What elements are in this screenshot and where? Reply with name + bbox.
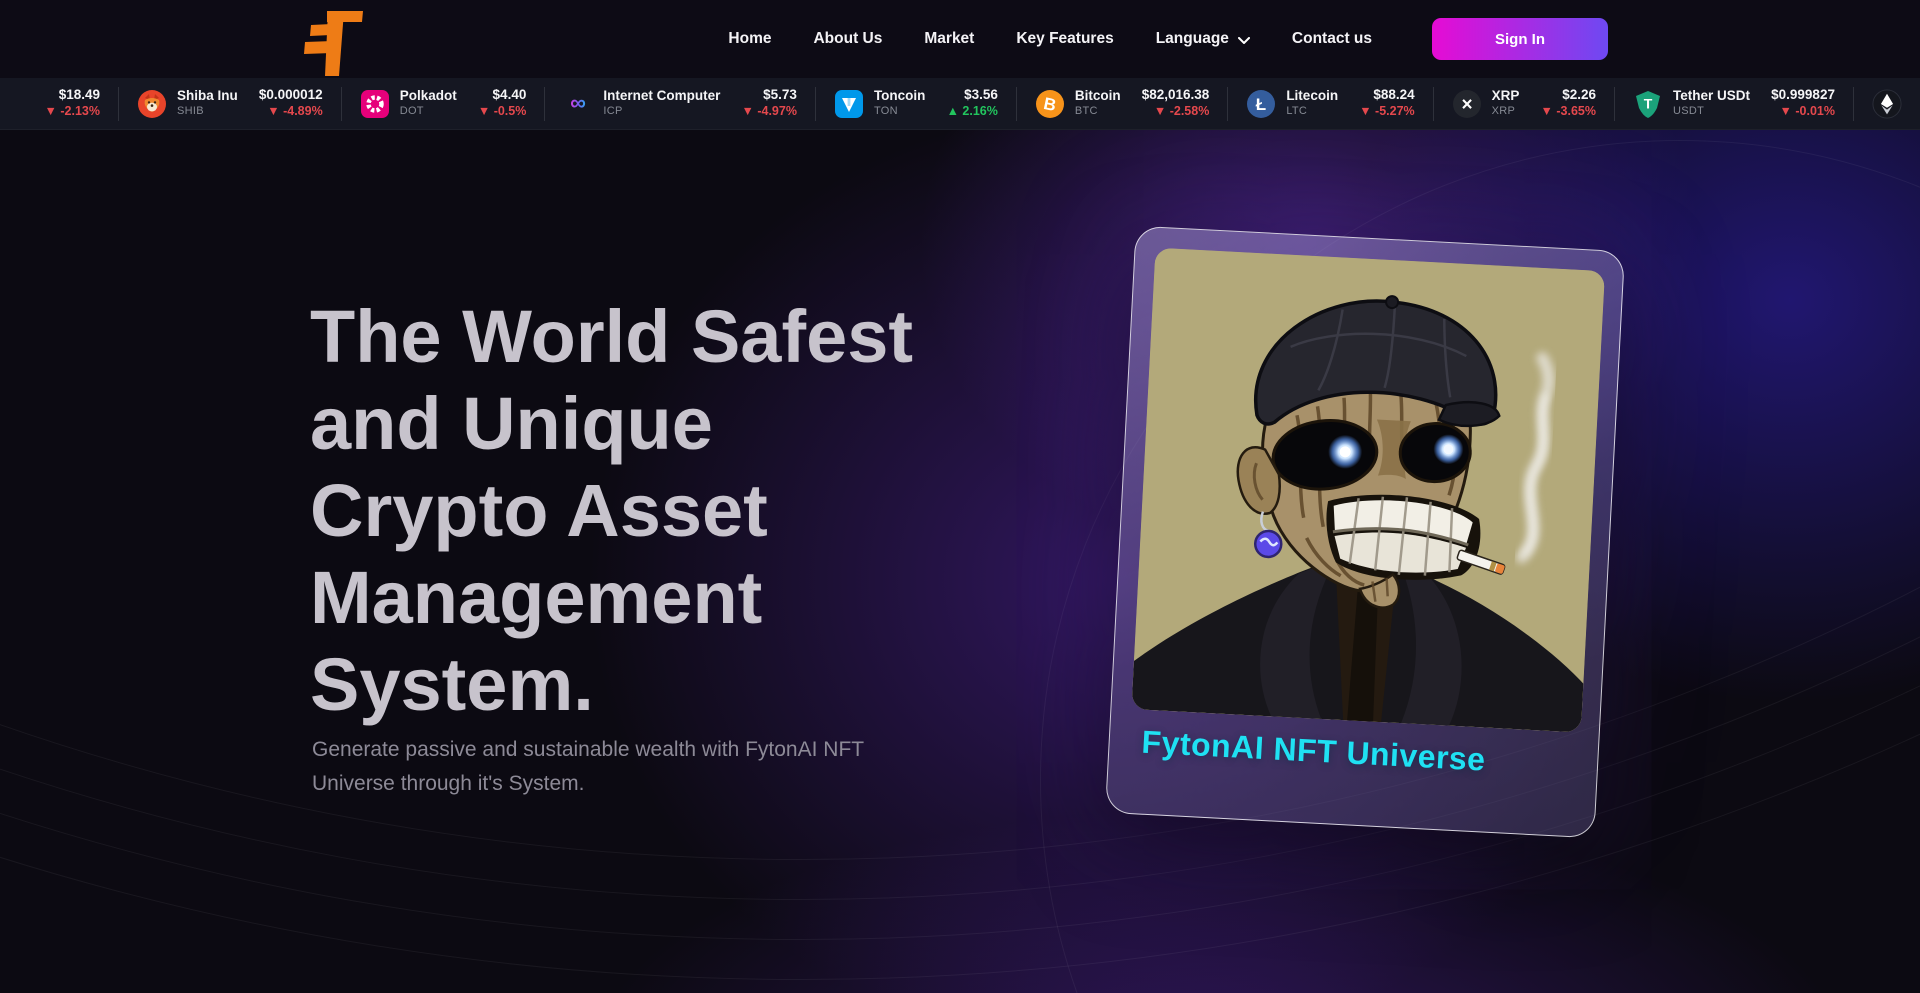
nft-card: FytonAI NFT Universe	[1105, 226, 1625, 839]
ticker-name: Shiba Inu	[177, 88, 238, 105]
nav-item-label: Contact us	[1292, 30, 1372, 48]
ticker-item-ltc[interactable]: Ł Litecoin LTC $88.24 ▼ -5.27%	[1246, 87, 1414, 120]
ticker-divider	[341, 87, 342, 121]
ticker-divider	[1614, 87, 1615, 121]
ticker-symbol: XRP	[1492, 105, 1520, 119]
ticker-divider	[544, 87, 545, 121]
ticker-change: ▼ -4.97%	[741, 104, 796, 120]
ticker-price: $5.73	[763, 87, 797, 104]
ticker-symbol: DOT	[400, 105, 457, 119]
ticker-item-partial[interactable]: $18.49 ▼ -2.13%	[36, 87, 100, 120]
ticker-name: Polkadot	[400, 88, 457, 105]
ticker-item-btc[interactable]: B Bitcoin BTC $82,016.38 ▼ -2.58%	[1035, 87, 1209, 120]
nav-item-label: Market	[924, 30, 974, 48]
nav-item-language[interactable]: Language	[1156, 30, 1250, 48]
page-title: The World Safest and Unique Crypto Asset…	[310, 293, 1090, 728]
ticker-divider	[1016, 87, 1017, 121]
ticker-change: ▼ -5.27%	[1359, 104, 1414, 120]
ticker-name: Litecoin	[1286, 88, 1338, 105]
ticker-name: Internet Computer	[603, 88, 720, 105]
nav-item-about-us[interactable]: About Us	[813, 30, 882, 48]
sign-in-button[interactable]: Sign In	[1432, 18, 1608, 60]
ticker-price: $88.24	[1373, 87, 1414, 104]
ticker-symbol: ICP	[603, 105, 720, 119]
ticker-item-usdt[interactable]: T Tether USDt USDT $0.999827 ▼ -0.01%	[1633, 87, 1835, 120]
ticker-change: ▼ -2.58%	[1154, 104, 1209, 120]
tether-icon: T	[1633, 89, 1663, 119]
ticker-price: $2.26	[1562, 87, 1596, 104]
nav-item-key-features[interactable]: Key Features	[1016, 30, 1113, 48]
ticker-divider	[1433, 87, 1434, 121]
nav-item-label: Language	[1156, 30, 1229, 48]
ticker-price: $0.000012	[259, 87, 323, 104]
ticker-item-eth-partial[interactable]	[1872, 89, 1902, 119]
ethereum-icon	[1872, 89, 1902, 119]
ticker-divider	[815, 87, 816, 121]
shiba-icon	[137, 89, 167, 119]
ticker-change: ▼ -4.89%	[267, 104, 322, 120]
icp-icon: ∞	[563, 89, 593, 119]
ticker-symbol: BTC	[1075, 105, 1121, 119]
ticker-change: ▼ -3.65%	[1541, 104, 1596, 120]
svg-text:×: ×	[1461, 94, 1472, 115]
ticker-change: ▼ -0.5%	[478, 104, 527, 120]
nav-item-label: Home	[728, 30, 771, 48]
ticker-symbol: TON	[874, 105, 926, 119]
nav-menu: Home About Us Market Key Features Langua…	[728, 0, 1608, 78]
svg-text:Ł: Ł	[1256, 95, 1266, 114]
ticker-price: $0.999827	[1771, 87, 1835, 104]
svg-text:T: T	[1644, 95, 1653, 111]
top-nav: Home About Us Market Key Features Langua…	[0, 0, 1920, 78]
ticker-symbol: SHIB	[177, 105, 238, 119]
ticker-item-ton[interactable]: Toncoin TON $3.56 ▲ 2.16%	[834, 87, 998, 120]
hero-subtitle: Generate passive and sustainable wealth …	[312, 733, 872, 801]
nft-card-title: FytonAI NFT Universe	[1141, 724, 1487, 779]
ticker-item-icp[interactable]: ∞ Internet Computer ICP $5.73 ▼ -4.97%	[563, 87, 797, 120]
nav-item-home[interactable]: Home	[728, 30, 771, 48]
nav-item-label: Key Features	[1016, 30, 1113, 48]
litecoin-icon: Ł	[1246, 89, 1276, 119]
ticker-price: $3.56	[964, 87, 998, 104]
nav-item-label: About Us	[813, 30, 882, 48]
ticker-divider	[1853, 87, 1854, 121]
ticker-symbol: LTC	[1286, 105, 1338, 119]
ticker-item-dot[interactable]: Polkadot DOT $4.40 ▼ -0.5%	[360, 87, 527, 120]
ticker-divider	[1227, 87, 1228, 121]
bitcoin-icon: B	[1035, 89, 1065, 119]
ticker-item-xrp[interactable]: × XRP XRP $2.26 ▼ -3.65%	[1452, 87, 1596, 120]
ticker-change: ▲ 2.16%	[947, 104, 998, 120]
crypto-ticker-bar: $18.49 ▼ -2.13% Shiba Inu SHIB $0.000012…	[0, 78, 1920, 130]
xrp-icon: ×	[1452, 89, 1482, 119]
ticker-symbol: USDT	[1673, 105, 1750, 119]
nft-artwork	[1131, 248, 1605, 733]
ticker-name: XRP	[1492, 88, 1520, 105]
brand-logo[interactable]	[303, 8, 365, 76]
ticker-price: $4.40	[493, 87, 527, 104]
svg-text:∞: ∞	[571, 90, 587, 115]
nav-item-contact-us[interactable]: Contact us	[1292, 30, 1372, 48]
ticker-name: Tether USDt	[1673, 88, 1750, 105]
ticker-item-shib[interactable]: Shiba Inu SHIB $0.000012 ▼ -4.89%	[137, 87, 323, 120]
ticker-price: $82,016.38	[1142, 87, 1210, 104]
ticker-price: $18.49	[59, 87, 100, 104]
nav-item-market[interactable]: Market	[924, 30, 974, 48]
ticker-name: Bitcoin	[1075, 88, 1121, 105]
landing-page: Home About Us Market Key Features Langua…	[0, 0, 1920, 993]
toncoin-icon	[834, 89, 864, 119]
chevron-down-icon	[1238, 37, 1250, 44]
ticker-change: ▼ -2.13%	[45, 104, 100, 120]
polkadot-icon	[360, 89, 390, 119]
ticker-name: Toncoin	[874, 88, 926, 105]
ticker-divider	[118, 87, 119, 121]
ticker-change: ▼ -0.01%	[1780, 104, 1835, 120]
